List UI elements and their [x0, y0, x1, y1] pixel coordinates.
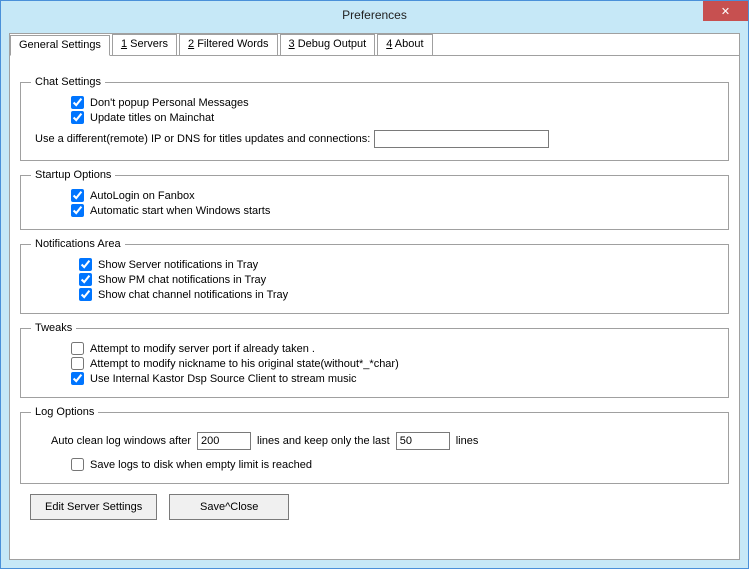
- checkbox-autostart[interactable]: [71, 204, 84, 217]
- startup-options-group: Startup Options AutoLogin on Fanbox Auto…: [20, 169, 729, 230]
- label-autologin: AutoLogin on Fanbox: [90, 190, 195, 202]
- button-row: Edit Server Settings Save^Close: [30, 494, 729, 520]
- log-options-legend: Log Options: [31, 406, 98, 418]
- save-close-button[interactable]: Save^Close: [169, 494, 289, 520]
- tweaks-legend: Tweaks: [31, 322, 76, 334]
- label-autoclean-mid: lines and keep only the last: [257, 435, 390, 447]
- window-title: Preferences: [342, 8, 407, 22]
- client-area: General Settings 1 Servers 2 Filtered Wo…: [9, 33, 740, 560]
- startup-options-legend: Startup Options: [31, 169, 115, 181]
- checkbox-update-titles[interactable]: [71, 111, 84, 124]
- edit-server-settings-button[interactable]: Edit Server Settings: [30, 494, 157, 520]
- tab-servers[interactable]: 1 Servers: [112, 34, 177, 55]
- input-ipdns[interactable]: [374, 130, 549, 148]
- label-autostart: Automatic start when Windows starts: [90, 205, 270, 217]
- checkbox-save-logs[interactable]: [71, 458, 84, 471]
- checkbox-no-popup-pm[interactable]: [71, 96, 84, 109]
- checkbox-modify-port[interactable]: [71, 342, 84, 355]
- tab-strip: General Settings 1 Servers 2 Filtered Wo…: [10, 34, 739, 56]
- chat-settings-legend: Chat Settings: [31, 76, 105, 88]
- label-autoclean-pre: Auto clean log windows after: [51, 435, 191, 447]
- checkbox-internal-dsp[interactable]: [71, 372, 84, 385]
- label-modify-nick: Attempt to modify nickname to his origin…: [90, 358, 399, 370]
- tab-debug-output[interactable]: 3 Debug Output: [280, 34, 376, 55]
- titlebar: Preferences ✕: [1, 1, 748, 29]
- tweaks-group: Tweaks Attempt to modify server port if …: [20, 322, 729, 398]
- label-autoclean-post: lines: [456, 435, 479, 447]
- preferences-window: Preferences ✕ General Settings 1 Servers…: [0, 0, 749, 569]
- label-pm-notify: Show PM chat notifications in Tray: [98, 274, 266, 286]
- tab-about[interactable]: 4 About: [377, 34, 432, 55]
- label-channel-notify: Show chat channel notifications in Tray: [98, 289, 288, 301]
- label-internal-dsp: Use Internal Kastor Dsp Source Client to…: [90, 373, 357, 385]
- tab-general-settings[interactable]: General Settings: [10, 35, 110, 56]
- notifications-legend: Notifications Area: [31, 238, 125, 250]
- checkbox-autologin[interactable]: [71, 189, 84, 202]
- log-options-group: Log Options Auto clean log windows after…: [20, 406, 729, 484]
- close-button[interactable]: ✕: [703, 1, 748, 21]
- checkbox-modify-nick[interactable]: [71, 357, 84, 370]
- label-update-titles: Update titles on Mainchat: [90, 112, 214, 124]
- label-modify-port: Attempt to modify server port if already…: [90, 343, 315, 355]
- checkbox-pm-notify[interactable]: [79, 273, 92, 286]
- close-icon: ✕: [721, 5, 730, 18]
- tab-filtered-words[interactable]: 2 Filtered Words: [179, 34, 278, 55]
- label-save-logs: Save logs to disk when empty limit is re…: [90, 459, 312, 471]
- checkbox-server-notify[interactable]: [79, 258, 92, 271]
- tab-content: Chat Settings Don't popup Personal Messa…: [10, 56, 739, 530]
- label-server-notify: Show Server notifications in Tray: [98, 259, 258, 271]
- notifications-group: Notifications Area Show Server notificat…: [20, 238, 729, 314]
- label-no-popup-pm: Don't popup Personal Messages: [90, 97, 249, 109]
- checkbox-channel-notify[interactable]: [79, 288, 92, 301]
- input-keep-lines[interactable]: [396, 432, 450, 450]
- input-lines-threshold[interactable]: [197, 432, 251, 450]
- label-ipdns: Use a different(remote) IP or DNS for ti…: [35, 133, 370, 145]
- chat-settings-group: Chat Settings Don't popup Personal Messa…: [20, 76, 729, 161]
